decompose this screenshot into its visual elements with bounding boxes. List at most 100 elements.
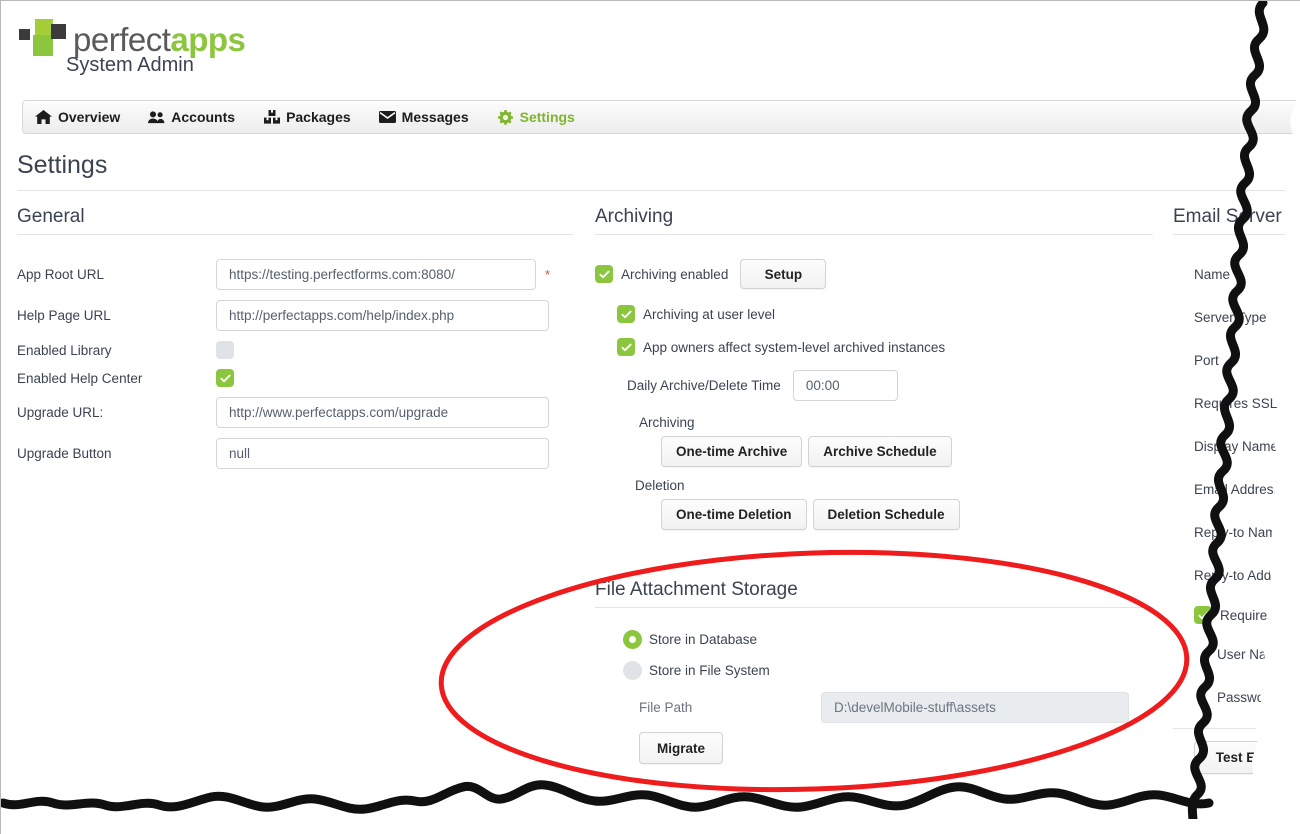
brand-name-apps: apps	[170, 21, 246, 58]
section-title-general: General	[17, 206, 85, 227]
nav-label-packages: Packages	[286, 109, 351, 125]
nav-item-settings[interactable]: Settings	[483, 100, 589, 134]
label-store-in-database: Store in Database	[649, 632, 758, 647]
field-row-store-in-file-system: Store in File System	[595, 661, 1153, 680]
field-row-app-root-url: App Root URL https://testing.perfectform…	[17, 259, 573, 290]
one-time-deletion-button[interactable]: One-time Deletion	[661, 499, 807, 530]
setup-button[interactable]: Setup	[740, 259, 827, 289]
label-app-root-url: App Root URL	[17, 267, 105, 282]
test-email-button-wrap: Test Email	[1173, 741, 1300, 774]
field-row-upgrade-url: Upgrade URL: http://www.perfectapps.com/…	[17, 397, 573, 428]
field-row-requires-auth: Requires	[1173, 606, 1300, 624]
section-title-file-storage: File Attachment Storage	[595, 579, 798, 600]
label-file-path: File Path	[639, 700, 693, 715]
label-email-display-name: Display Name	[1194, 439, 1279, 454]
label-group-archiving: Archiving	[639, 415, 695, 430]
checkbox-row-archiving-enabled: Archiving enabled	[595, 265, 728, 283]
app-window: perfectapps System Admin Overview Accoun…	[0, 0, 1300, 834]
label-archiving-user-level: Archiving at user level	[643, 306, 776, 322]
nav-label-accounts: Accounts	[171, 109, 236, 125]
app-subtitle: System Admin	[66, 54, 194, 76]
input-daily-archive-time[interactable]: 00:00	[792, 370, 898, 401]
users-icon	[148, 110, 165, 125]
section-divider-email-server	[1173, 234, 1293, 235]
brand-name-perfect: perfect	[73, 21, 171, 58]
check-icon	[620, 310, 632, 318]
envelope-icon	[378, 110, 396, 125]
input-help-page-url[interactable]: http://perfectapps.com/help/index.php	[216, 300, 549, 331]
nav-item-accounts[interactable]: Accounts	[134, 100, 249, 134]
one-time-archive-button[interactable]: One-time Archive	[661, 436, 803, 467]
label-upgrade-url: Upgrade URL:	[17, 405, 104, 420]
section-archiving: Archiving Archiving enabled Setup Archiv…	[595, 206, 1153, 530]
checkbox-requires-auth[interactable]	[1194, 606, 1212, 624]
nav-item-messages[interactable]: Messages	[365, 100, 483, 134]
label-email-name: Name	[1194, 267, 1231, 282]
label-email-server-type: Server Type	[1194, 310, 1267, 325]
checkbox-archiving-user-level[interactable]	[617, 305, 635, 323]
gear-icon	[497, 109, 514, 125]
label-email-port: Port	[1194, 353, 1219, 368]
migrate-button[interactable]: Migrate	[639, 732, 723, 764]
radio-store-in-database[interactable]	[623, 630, 642, 649]
nav-label-settings: Settings	[519, 109, 575, 125]
field-row-help-page-url: Help Page URL http://perfectapps.com/hel…	[17, 300, 573, 331]
input-upgrade-button[interactable]: null	[216, 438, 549, 469]
check-icon	[219, 374, 231, 382]
label-enabled-help-center: Enabled Help Center	[17, 370, 143, 386]
label-email-reply-to-address: Reply-to Address	[1194, 568, 1297, 583]
archive-schedule-button[interactable]: Archive Schedule	[808, 436, 952, 467]
section-general: General App Root URL https://testing.per…	[17, 206, 573, 469]
section-divider-file-storage	[595, 607, 1153, 608]
field-row-archiving-enabled: Archiving enabled Setup	[595, 259, 1153, 289]
home-icon	[35, 110, 52, 125]
label-email-requires-ssl: Requires SSL	[1194, 396, 1278, 411]
field-row-enabled-library: Enabled Library	[17, 341, 573, 359]
title-divider	[17, 190, 1285, 191]
deletion-schedule-button[interactable]: Deletion Schedule	[812, 499, 960, 530]
checkbox-enabled-help-center[interactable]	[216, 369, 234, 387]
label-upgrade-button: Upgrade Button	[17, 446, 112, 461]
checkbox-enabled-library[interactable]	[216, 341, 234, 359]
app-header: perfectapps System Admin	[1, 1, 1300, 93]
section-divider-archiving	[595, 234, 1153, 235]
label-app-owners: App owners affect system-level archived …	[643, 339, 946, 355]
check-icon	[620, 343, 632, 351]
section-file-attachment-storage: File Attachment Storage Store in Databas…	[595, 579, 1153, 764]
field-row-store-in-database: Store in Database	[595, 630, 1153, 649]
label-requires-auth: Requires	[1220, 607, 1275, 623]
label-email-reply-to-name: Reply-to Name	[1194, 525, 1285, 540]
nav-item-overview[interactable]: Overview	[23, 100, 134, 134]
radio-store-in-file-system[interactable]	[623, 661, 642, 680]
check-icon	[1197, 611, 1209, 619]
section-email-server: Email Server Name Server Type Port Requi…	[1173, 206, 1300, 774]
logo-mark-icon	[19, 19, 66, 61]
label-help-page-url: Help Page URL	[17, 308, 111, 323]
nav-label-messages: Messages	[401, 109, 469, 125]
button-group-archiving: One-time Archive Archive Schedule	[595, 436, 1153, 467]
checkbox-app-owners[interactable]	[617, 338, 635, 356]
field-row-upgrade-button: Upgrade Button null	[17, 438, 573, 469]
migrate-button-wrap: Migrate	[595, 732, 1153, 764]
section-title-archiving: Archiving	[595, 206, 674, 227]
required-marker-app-root-url: *	[545, 267, 551, 282]
input-app-root-url[interactable]: https://testing.perfectforms.com:8080/	[216, 259, 536, 290]
field-row-daily-archive-time: Daily Archive/Delete Time 00:00	[595, 370, 1153, 401]
field-row-archiving-user-level: Archiving at user level	[617, 305, 1153, 323]
label-archiving-enabled: Archiving enabled	[621, 266, 729, 282]
input-file-path: D:\develMobile-stuff\assets	[821, 692, 1129, 723]
button-group-deletion: One-time Deletion Deletion Schedule	[595, 499, 1153, 530]
checkbox-archiving-enabled[interactable]	[595, 265, 613, 283]
field-row-app-owners: App owners affect system-level archived …	[617, 338, 1153, 356]
field-row-file-path: File Path D:\develMobile-stuff\assets	[595, 692, 1153, 723]
label-group-deletion: Deletion	[635, 478, 685, 493]
input-upgrade-url[interactable]: http://www.perfectapps.com/upgrade	[216, 397, 549, 428]
nav-label-overview: Overview	[58, 109, 121, 125]
label-email-address: Email Address	[1194, 482, 1281, 497]
test-email-button[interactable]: Test Email	[1194, 741, 1300, 774]
label-daily-archive-time: Daily Archive/Delete Time	[627, 378, 781, 393]
check-icon	[598, 270, 610, 278]
label-store-in-file-system: Store in File System	[649, 663, 770, 678]
label-enabled-library: Enabled Library	[17, 342, 112, 358]
nav-item-packages[interactable]: Packages	[249, 100, 365, 134]
